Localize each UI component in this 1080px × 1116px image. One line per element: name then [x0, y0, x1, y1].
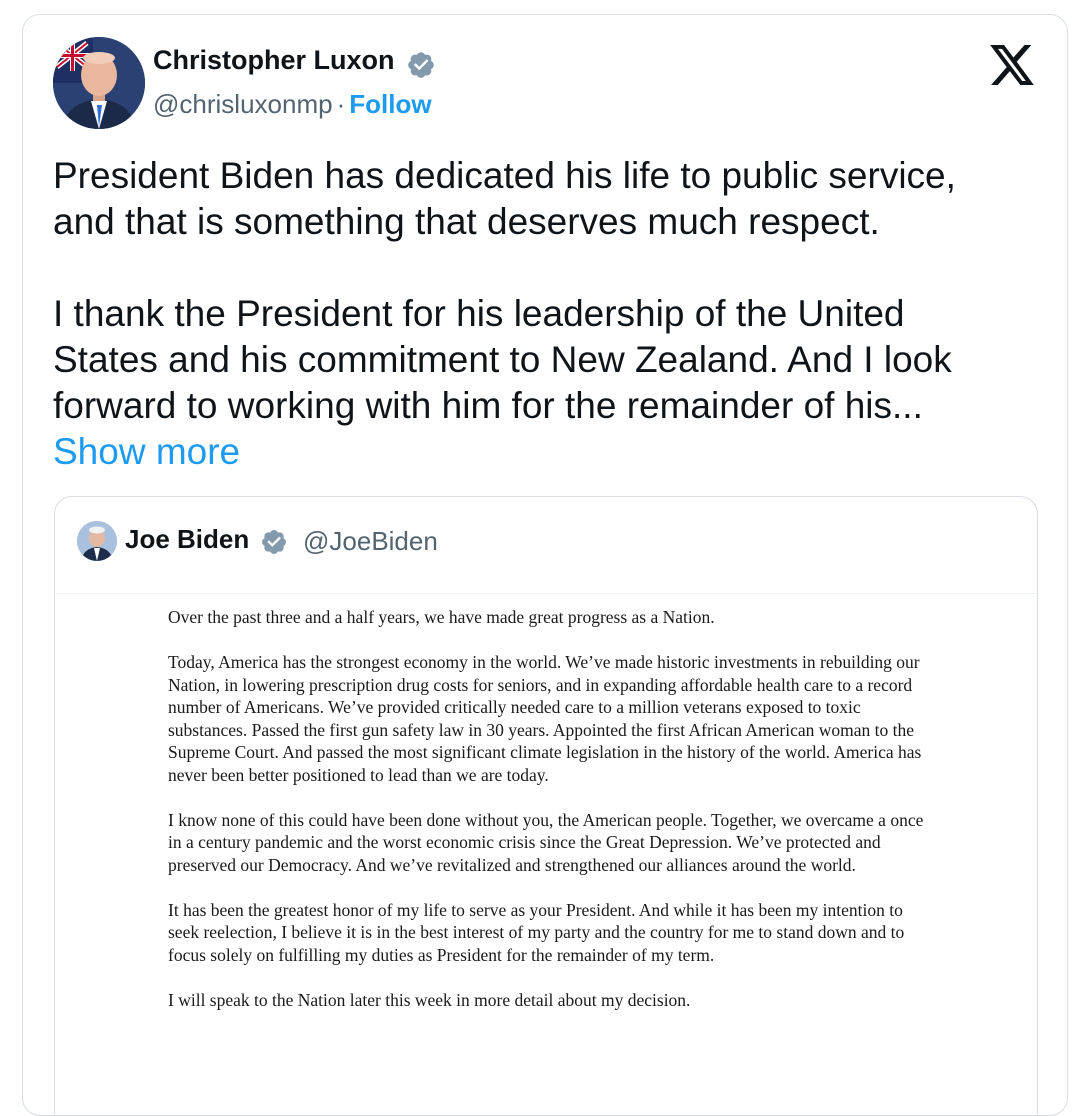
follow-button[interactable]: Follow — [349, 89, 431, 119]
letter-paragraph: I will speak to the Nation later this we… — [168, 989, 691, 1010]
author-avatar[interactable] — [53, 37, 145, 129]
letter-body: Over the past three and a half years, we… — [168, 606, 928, 1034]
quoted-author-name[interactable]: Joe Biden — [125, 524, 249, 555]
quoted-verified-badge-icon — [262, 530, 286, 554]
handle-separator: · — [336, 89, 346, 119]
author-handle[interactable]: @chrisluxonmp — [153, 89, 333, 119]
verified-badge-icon — [408, 52, 434, 78]
letter-paragraph: Over the past three and a half years, we… — [168, 607, 715, 627]
tweet-paragraph-text: I thank the President for his leadership… — [53, 293, 952, 426]
show-more-link[interactable]: Show more — [53, 431, 240, 472]
letter-paragraph: Today, America has the strongest economy… — [168, 652, 922, 785]
x-logo-icon[interactable] — [990, 45, 1034, 85]
quoted-author-avatar-image — [77, 521, 117, 561]
quoted-letter-image[interactable]: Over the past three and a half years, we… — [55, 593, 1037, 1115]
author-handle-row: @chrisluxonmp · Follow — [153, 89, 432, 120]
quoted-author-handle[interactable]: @JoeBiden — [303, 526, 438, 557]
letter-paragraph: It has been the greatest honor of my lif… — [168, 899, 905, 965]
tweet-paragraph-truncated: I thank the President for his leadership… — [53, 291, 1013, 475]
tweet-card[interactable]: Christopher Luxon @chrisluxonmp · Follow P… — [22, 14, 1068, 1116]
author-name[interactable]: Christopher Luxon — [153, 45, 395, 76]
quoted-author-avatar[interactable] — [77, 521, 117, 561]
quoted-tweet[interactable]: Joe Biden @JoeBiden Over the past three … — [54, 496, 1038, 1115]
tweet-text: President Biden has dedicated his life t… — [53, 153, 1013, 475]
tweet-paragraph: President Biden has dedicated his life t… — [53, 155, 956, 242]
letter-paragraph: I know none of this could have been done… — [168, 809, 924, 875]
author-avatar-image — [53, 37, 145, 129]
